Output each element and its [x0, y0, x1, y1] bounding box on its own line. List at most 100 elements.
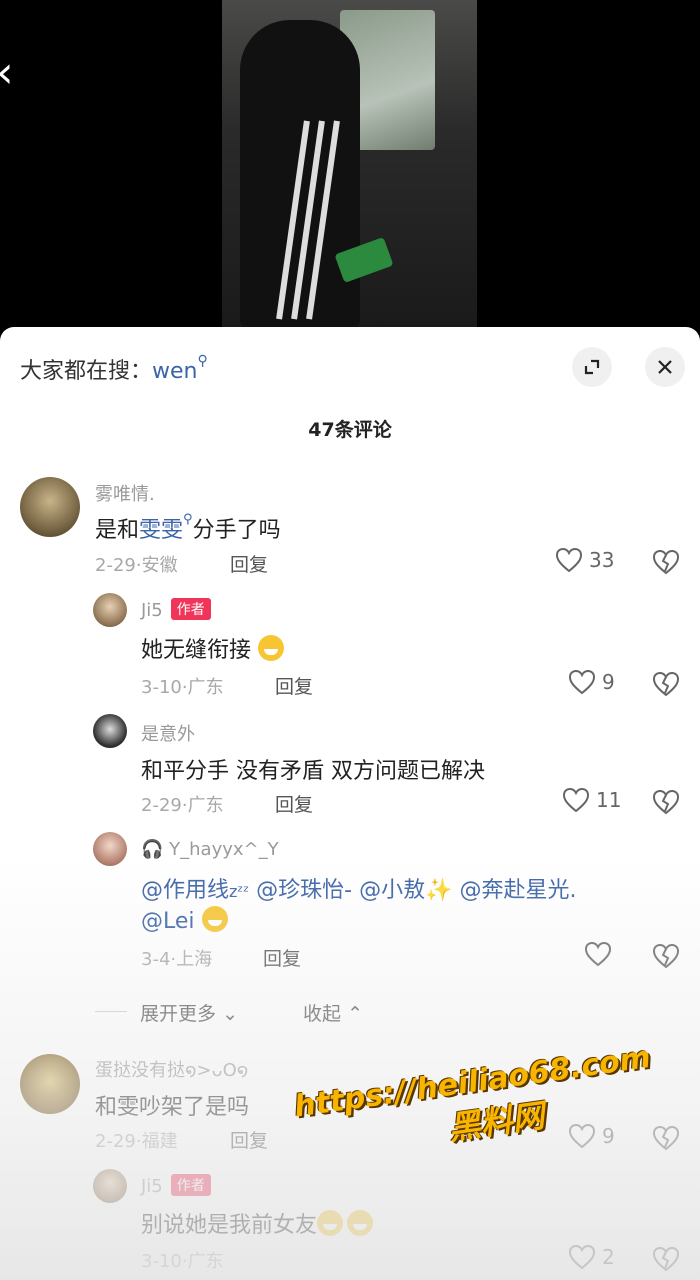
comment-text-part: 是和 [95, 518, 140, 543]
comment-text: 她无缝衔接 [141, 632, 285, 664]
expand-more-button[interactable]: 展开更多 ⌄ [140, 999, 238, 1026]
like-count: 2 [602, 1245, 615, 1269]
reply-button[interactable]: 回复 [275, 790, 313, 817]
avatar[interactable] [93, 1169, 127, 1203]
comment-username[interactable]: 蛋挞没有挞໑>ᴗO໑ [95, 1056, 248, 1082]
laughing-emoji-icon [347, 1210, 374, 1236]
expand-more-label: 展开更多 [140, 1003, 217, 1025]
laughing-emoji-icon [317, 1210, 344, 1236]
like-button[interactable]: 9 [568, 669, 615, 695]
comment-date: 3-4 [141, 949, 171, 970]
like-button[interactable]: 2 [568, 1244, 615, 1270]
comment-text: 和雯吵架了是吗 [95, 1095, 250, 1120]
divider [95, 1011, 127, 1012]
reply-button[interactable]: 回复 [230, 550, 268, 577]
comment-meta: 2-29·广东 [141, 795, 224, 816]
like-count: 9 [602, 670, 615, 694]
broken-heart-icon[interactable] [652, 671, 680, 697]
username-text: Y_hayyx^_Y [169, 839, 279, 860]
comment-count: 47条评论 [308, 419, 392, 441]
laughing-emoji-icon [258, 635, 285, 661]
avatar[interactable] [93, 714, 127, 748]
comment-mention[interactable]: @珍珠怡- [256, 878, 352, 903]
comment-date: 2-29 [95, 1131, 136, 1152]
reply-button[interactable]: 回复 [263, 944, 301, 971]
avatar[interactable] [93, 832, 127, 866]
comment-text: 和平分手 没有矛盾 双方问题已解决 [141, 759, 485, 784]
comment-location: 广东 [187, 1251, 224, 1272]
comment-mention[interactable]: 雯雯 [139, 518, 183, 543]
comment-text: 别说她是我前女友 [141, 1207, 374, 1239]
comment-mention[interactable]: @作用线 [141, 878, 229, 903]
search-icon: ⚲ [197, 353, 208, 369]
comment-date: 3-10 [141, 1251, 182, 1272]
author-badge: 作者 [170, 1174, 211, 1196]
video-player[interactable] [0, 0, 700, 330]
dizzy-emoji-icon: ✨ [425, 878, 453, 903]
search-icon: ⚲ [183, 512, 193, 527]
search-suggestion[interactable]: 大家都在搜：wen⚲ [20, 353, 208, 385]
astonished-emoji-icon [201, 906, 228, 932]
like-button[interactable]: 33 [555, 547, 614, 573]
comment-location: 福建 [141, 1131, 178, 1152]
close-icon[interactable] [645, 347, 685, 387]
comment-location: 上海 [176, 949, 213, 970]
comment-text-part: 分手了吗 [192, 518, 281, 543]
search-prefix: 大家都在搜： [20, 359, 153, 384]
comment-mention[interactable]: @奔赴星光. [460, 878, 577, 903]
sleep-emoji-icon: zᶻᶻ [229, 882, 250, 901]
like-button[interactable]: 11 [562, 787, 621, 813]
collapse-label: 收起 [303, 1003, 342, 1025]
comment-date: 2-29 [95, 555, 136, 576]
username-text: Ji5 [141, 600, 163, 621]
comment-text: 是和雯雯⚲分手了吗 [95, 512, 281, 544]
broken-heart-icon[interactable] [652, 549, 680, 575]
avatar[interactable] [93, 593, 127, 627]
comment-text: @作用线zᶻᶻ @珍珠怡- @小敖✨ @奔赴星光. [141, 872, 577, 904]
reply-button[interactable]: 回复 [230, 1126, 268, 1153]
broken-heart-icon[interactable] [652, 789, 680, 815]
comment-location: 安徽 [141, 555, 178, 576]
comment-username[interactable]: 是意外 [141, 720, 195, 746]
comment-meta: 2-29·安徽 [95, 555, 178, 576]
comment-text-part: 她无缝衔接 [141, 638, 252, 663]
comment-meta: 2-29·福建 [95, 1131, 178, 1152]
username-text: Ji5 [141, 1176, 163, 1197]
collapse-button[interactable]: 收起 ⌃ [303, 999, 363, 1026]
heart-icon [584, 941, 612, 967]
comment-location: 广东 [187, 795, 224, 816]
back-arrow-icon[interactable]: ‹ [0, 51, 14, 95]
comment-mention[interactable]: @Lei [141, 909, 195, 934]
chevron-up-icon: ⌃ [347, 1003, 363, 1025]
heart-icon [568, 1244, 596, 1270]
comment-username[interactable]: Ji5 作者 [141, 1174, 211, 1197]
broken-heart-icon[interactable] [652, 943, 680, 969]
comment-text-part: 别说她是我前女友 [141, 1213, 318, 1238]
comment-meta: 3-10·广东 [141, 677, 224, 698]
avatar[interactable] [20, 1054, 80, 1114]
comment-meta: 3-4·上海 [141, 949, 213, 970]
comment-text: @Lei [141, 906, 228, 934]
headphones-icon: 🎧 [141, 839, 164, 860]
broken-heart-icon[interactable] [652, 1246, 680, 1272]
like-button[interactable] [584, 941, 612, 967]
author-badge: 作者 [170, 598, 211, 620]
comment-location: 广东 [187, 677, 224, 698]
reply-button[interactable]: 回复 [275, 672, 313, 699]
like-count: 11 [596, 788, 622, 812]
chevron-down-icon: ⌄ [222, 1003, 238, 1025]
comment-meta: 3-10·广东 [141, 1251, 224, 1272]
comment-username[interactable]: 雾唯情. [95, 480, 155, 506]
comment-date: 3-10 [141, 677, 182, 698]
minimize-icon[interactable] [572, 347, 612, 387]
comment-date: 2-29 [141, 795, 182, 816]
comment-username[interactable]: 🎧 Y_hayyx^_Y [141, 839, 279, 860]
heart-icon [562, 787, 590, 813]
heart-icon [568, 669, 596, 695]
comment-username[interactable]: Ji5 作者 [141, 598, 211, 621]
comment-mention[interactable]: @小敖 [359, 878, 425, 903]
heart-icon [555, 547, 583, 573]
avatar[interactable] [20, 477, 80, 537]
search-keyword[interactable]: wen [152, 359, 197, 384]
like-count: 33 [589, 548, 615, 572]
